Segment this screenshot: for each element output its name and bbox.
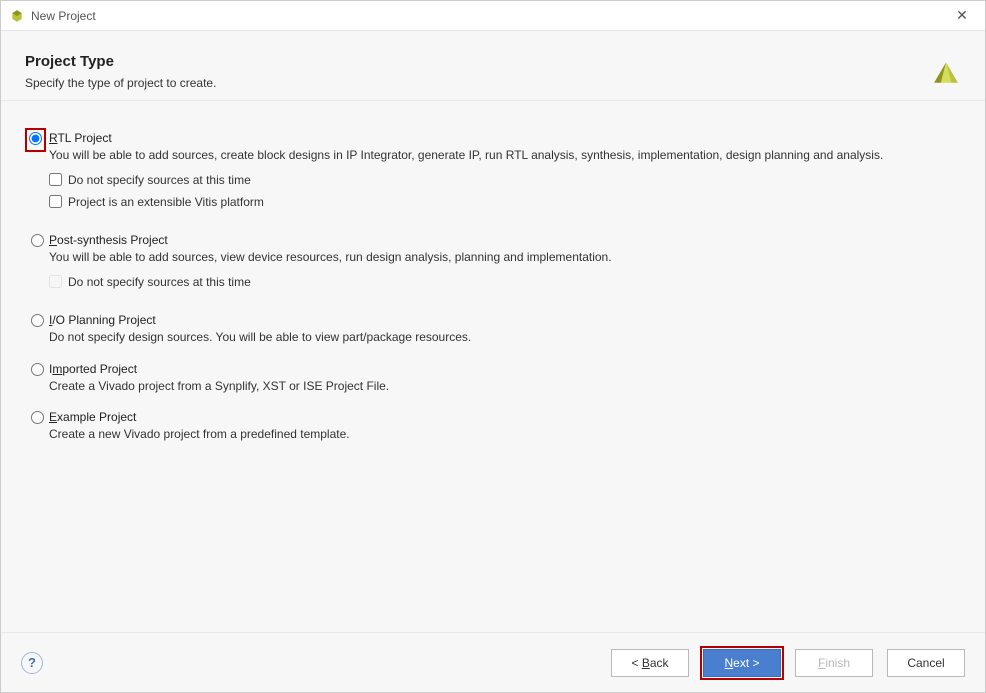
checkbox-vitis-platform[interactable] (49, 195, 62, 208)
checkbox-no-sources-label[interactable]: Do not specify sources at this time (49, 173, 251, 187)
label-rtl-project[interactable]: RTL Project (49, 131, 112, 145)
option-rtl-project: RTL Project You will be able to add sour… (25, 131, 961, 217)
checkbox-no-sources[interactable] (49, 173, 62, 186)
option-postsynth-project: Post-synthesis Project You will be able … (25, 233, 961, 297)
desc-example-project: Create a new Vivado project from a prede… (49, 426, 961, 442)
label-imported-project[interactable]: Imported Project (49, 362, 137, 376)
option-io-planning-project: I/O Planning Project Do not specify desi… (25, 313, 961, 345)
label-example-project[interactable]: Example Project (49, 410, 136, 424)
checkbox-postsynth-no-sources-label: Do not specify sources at this time (49, 275, 251, 289)
checkbox-postsynth-no-sources (49, 275, 62, 288)
help-button[interactable]: ? (21, 652, 43, 674)
dialog-body: RTL Project You will be able to add sour… (1, 101, 985, 632)
radio-rtl-project[interactable] (29, 132, 42, 145)
checkbox-vitis-platform-label[interactable]: Project is an extensible Vitis platform (49, 195, 264, 209)
desc-io-planning-project: Do not specify design sources. You will … (49, 329, 961, 345)
highlight-rtl-radio (25, 128, 46, 152)
dialog-header: Project Type Specify the type of project… (1, 31, 985, 101)
desc-postsynth-project: You will be able to add sources, view de… (49, 249, 961, 265)
label-postsynth-project[interactable]: Post-synthesis Project (49, 233, 168, 247)
dialog-footer: ? < Back Next > Finish Cancel (1, 632, 985, 692)
app-icon (9, 8, 25, 24)
radio-io-planning-project[interactable] (31, 314, 44, 327)
page-title: Project Type (25, 53, 961, 70)
radio-imported-project[interactable] (31, 363, 44, 376)
new-project-dialog: New Project ✕ Project Type Specify the t… (0, 0, 986, 693)
cancel-button[interactable]: Cancel (887, 649, 965, 677)
back-button[interactable]: < Back (611, 649, 689, 677)
page-subtitle: Specify the type of project to create. (25, 76, 961, 90)
titlebar: New Project ✕ (1, 1, 985, 31)
finish-button: Finish (795, 649, 873, 677)
desc-rtl-project: You will be able to add sources, create … (49, 147, 961, 163)
option-imported-project: Imported Project Create a Vivado project… (25, 362, 961, 394)
option-example-project: Example Project Create a new Vivado proj… (25, 410, 961, 442)
radio-postsynth-project[interactable] (31, 234, 44, 247)
next-button[interactable]: Next > (703, 649, 781, 677)
desc-imported-project: Create a Vivado project from a Synplify,… (49, 378, 961, 394)
window-title: New Project (31, 9, 947, 23)
radio-example-project[interactable] (31, 411, 44, 424)
close-button[interactable]: ✕ (947, 7, 977, 24)
label-io-planning-project[interactable]: I/O Planning Project (49, 313, 156, 327)
vivado-logo (929, 59, 963, 93)
